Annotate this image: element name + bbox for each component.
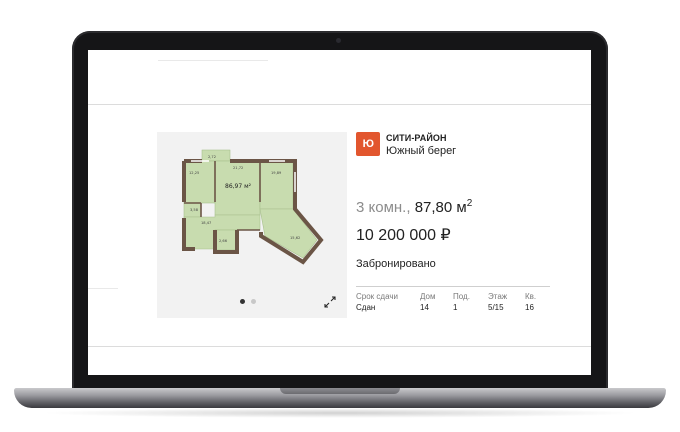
gallery-dots	[240, 299, 256, 304]
plan-room-right	[259, 160, 294, 210]
complex-name[interactable]: Южный берег	[386, 145, 456, 157]
laptop-shadow	[40, 408, 640, 418]
apartment-summary: 3 комн., 87,80 м2	[356, 198, 472, 216]
status-badge: Забронировано	[356, 258, 436, 270]
gallery-dot-1[interactable]	[240, 299, 245, 304]
plan-label-balcony: 2,72	[208, 155, 216, 159]
specs-divider	[356, 286, 550, 287]
laptop-base-notch	[280, 388, 400, 394]
laptop-screen: 2,72 12,25 21,72 19,89 3,58 18,47 2,66 1…	[88, 50, 591, 375]
section-divider-top	[88, 104, 591, 105]
section-divider-bottom	[88, 346, 591, 347]
spec-entrance: Под. 1	[453, 292, 470, 312]
plan-label-room-left: 12,25	[189, 171, 199, 175]
floor-plan-image: 2,72 12,25 21,72 19,89 3,58 18,47 2,66 1…	[182, 149, 324, 265]
plan-room-bottom-right	[259, 208, 318, 259]
room-count: 3 комн.,	[356, 199, 411, 216]
plan-label-bottom-right: 15,62	[290, 236, 300, 240]
apartment-area: 87,80 м2	[414, 198, 473, 216]
developer-name: СИТИ-РАЙОН	[386, 133, 447, 143]
spec-building: Дом 14	[420, 292, 436, 312]
plan-label-bath: 3,58	[190, 208, 199, 212]
expand-icon[interactable]	[324, 296, 336, 308]
plan-room-left	[183, 160, 216, 204]
plan-label-room-right: 19,89	[271, 171, 282, 175]
developer-logo: Ю	[356, 132, 380, 156]
apartment-price: 10 200 000 ₽	[356, 227, 451, 244]
webcam	[336, 38, 341, 43]
spec-deadline: Срок сдачи Сдан	[356, 292, 398, 312]
gallery-dot-2[interactable]	[251, 299, 256, 304]
plan-label-hall: 18,47	[201, 221, 211, 225]
plan-label-room-center: 21,72	[233, 166, 243, 170]
spec-floor: Этаж 5/15	[488, 292, 508, 312]
floor-plan-card[interactable]: 2,72 12,25 21,72 19,89 3,58 18,47 2,66 1…	[157, 132, 347, 318]
spec-apartment-number: Кв. 16	[525, 292, 537, 312]
previous-card-edge	[88, 288, 118, 289]
plan-label-storage: 2,66	[219, 239, 228, 243]
plan-total-area: 86,97 м²	[225, 183, 252, 190]
logo-letter: Ю	[362, 138, 374, 150]
header-remnant-line	[158, 60, 268, 61]
